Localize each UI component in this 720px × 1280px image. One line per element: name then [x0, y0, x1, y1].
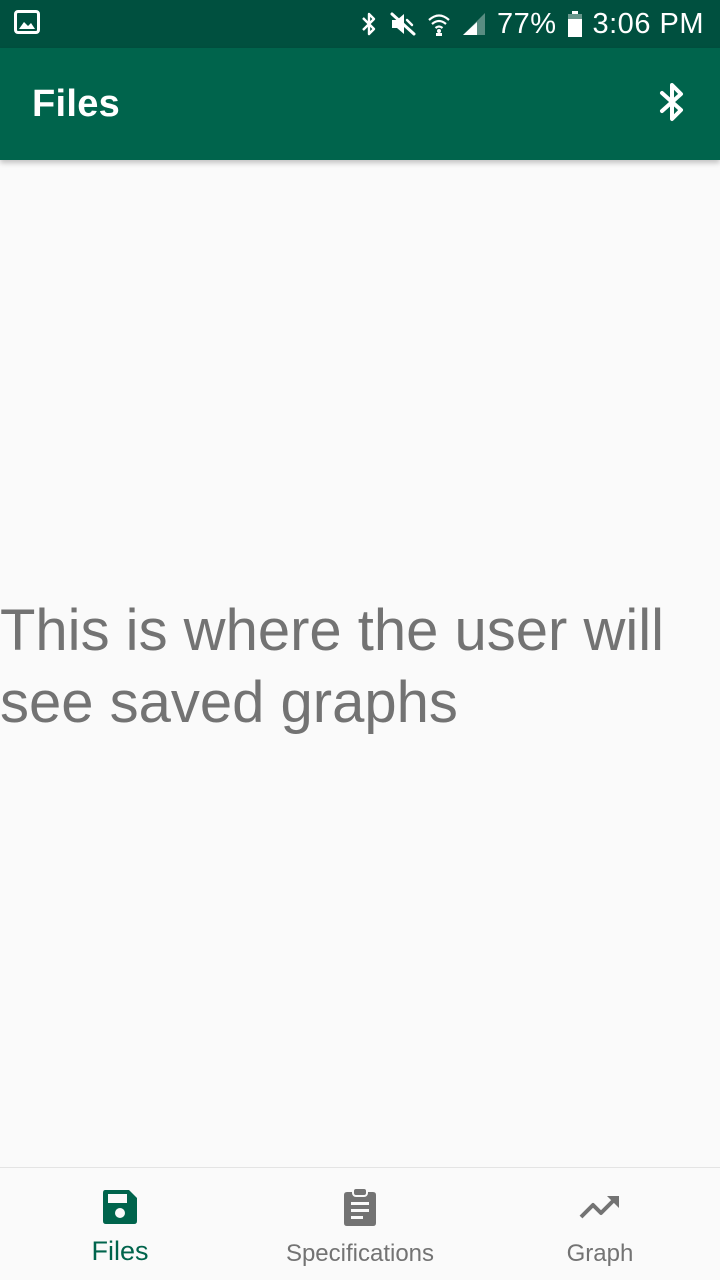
screen: 77% 3:06 PM Files This is where the user… [0, 0, 720, 1280]
clock: 3:06 PM [592, 8, 704, 40]
clipboard-icon [342, 1186, 378, 1228]
nav-label-specifications: Specifications [285, 1240, 435, 1267]
wifi-icon [427, 11, 451, 37]
bluetooth-icon [657, 81, 687, 128]
nav-item-specifications[interactable]: Specifications [240, 1168, 480, 1280]
bottom-navigation: Files Specifications Graph [0, 1167, 720, 1280]
app-bar: Files [0, 48, 720, 160]
battery-percent: 77% [496, 8, 557, 40]
files-content: This is where the user will see saved gr… [0, 160, 720, 1167]
nav-label-files: Files [91, 1236, 149, 1266]
save-icon [101, 1186, 139, 1228]
empty-state-message: This is where the user will see saved gr… [0, 598, 664, 735]
signal-icon [461, 11, 487, 37]
bluetooth-icon [359, 11, 379, 37]
image-icon [14, 9, 40, 39]
status-bar: 77% 3:06 PM [0, 0, 720, 48]
page-title: Files [32, 82, 121, 125]
trending-up-icon [579, 1186, 621, 1228]
battery-icon [567, 10, 583, 38]
nav-item-files[interactable]: Files [0, 1168, 240, 1280]
nav-label-graph: Graph [566, 1240, 634, 1267]
mute-icon [389, 11, 417, 37]
nav-item-graph[interactable]: Graph [480, 1168, 720, 1280]
bluetooth-button[interactable] [648, 80, 696, 128]
